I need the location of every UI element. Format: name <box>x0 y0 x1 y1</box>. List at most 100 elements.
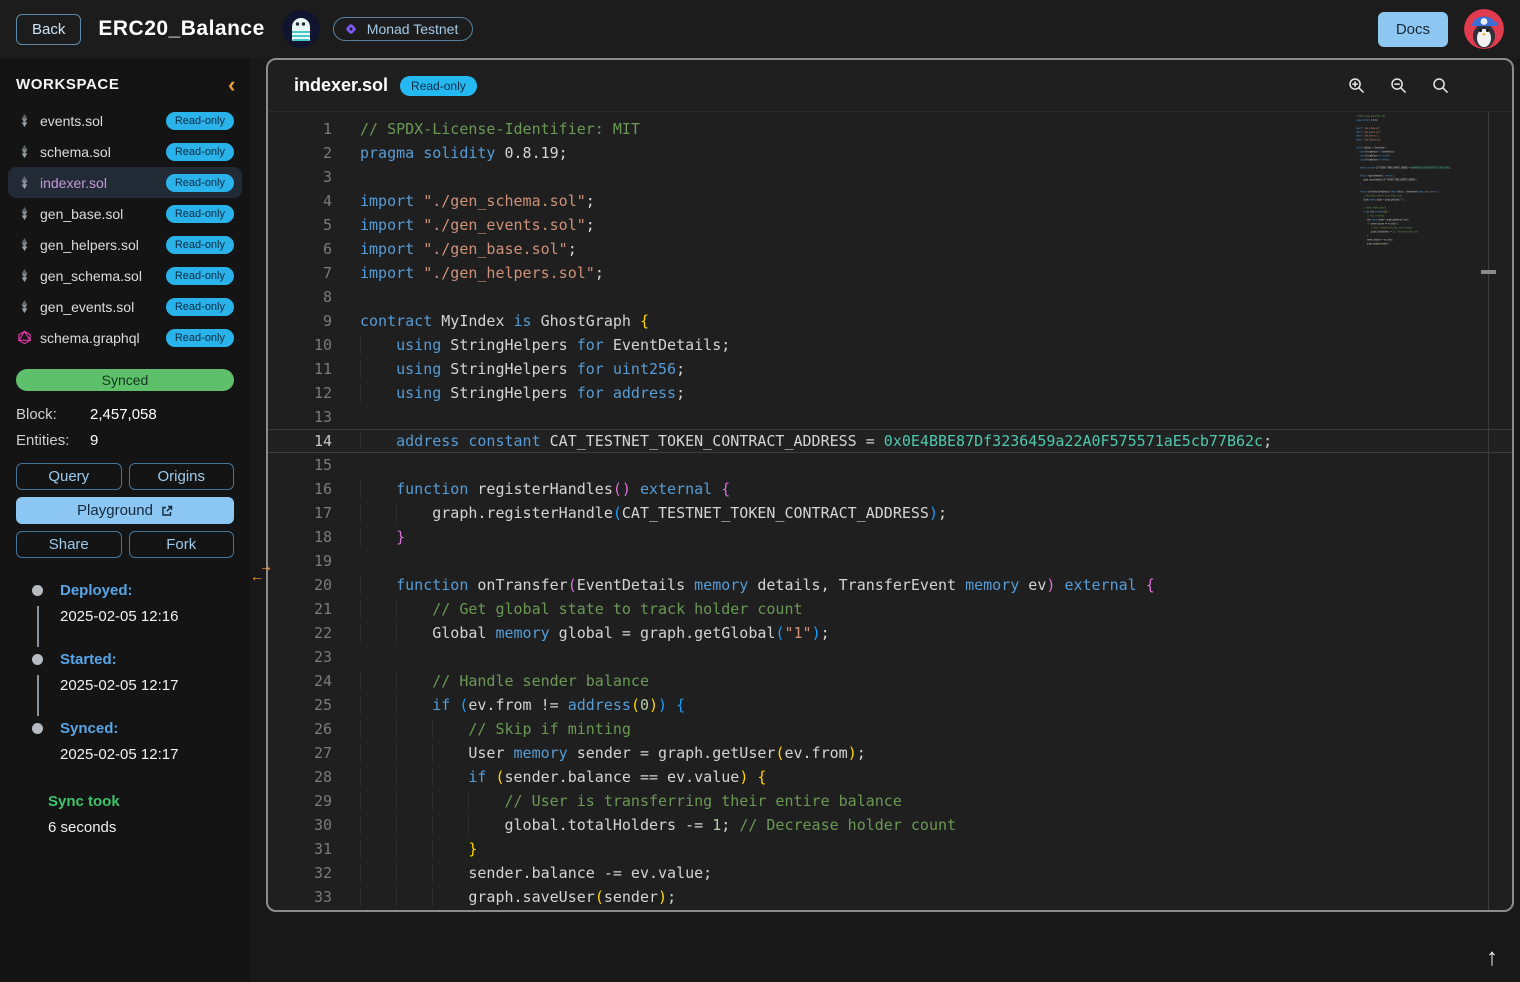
timeline-label: Started: <box>60 651 234 668</box>
timeline-dot <box>32 654 43 665</box>
read-only-badge: Read-only <box>166 267 234 285</box>
zoom-in-icon[interactable] <box>1347 76 1366 95</box>
code-line: 20 function onTransfer(EventDetails memo… <box>268 573 1512 597</box>
file-name: schema.graphql <box>40 330 158 346</box>
file-name: gen_events.sol <box>40 299 158 315</box>
file-item-schema.sol[interactable]: schema.solRead-only <box>8 136 242 167</box>
line-number: 6 <box>268 237 332 261</box>
code-editor[interactable]: 1// SPDX-License-Identifier: MIT2pragma … <box>268 112 1512 910</box>
line-number: 25 <box>268 693 332 717</box>
network-chip[interactable]: Monad Testnet <box>333 17 474 41</box>
solidity-icon <box>16 237 32 252</box>
code-line: 11 using StringHelpers for uint256; <box>268 357 1512 381</box>
file-name: gen_schema.sol <box>40 268 158 284</box>
solidity-icon <box>16 299 32 314</box>
fork-button[interactable]: Fork <box>129 531 235 558</box>
share-button[interactable]: Share <box>16 531 122 558</box>
timeline: Deployed:2025-02-05 12:16Started:2025-02… <box>32 582 234 789</box>
sync-took-label: Sync took <box>48 793 234 810</box>
code-line: 21 // Get global state to track holder c… <box>268 597 1512 621</box>
topbar: Back ERC20_Balance Monad Testnet Docs <box>0 0 1520 58</box>
code-line: 15 <box>268 453 1512 477</box>
read-only-badge: Read-only <box>166 236 234 254</box>
block-label: Block: <box>16 406 90 423</box>
code-line: 2pragma solidity 0.8.19; <box>268 141 1512 165</box>
zoom-out-icon[interactable] <box>1389 76 1408 95</box>
line-number: 11 <box>268 357 332 381</box>
line-number: 18 <box>268 525 332 549</box>
panel-resize-handle[interactable]: →← <box>250 561 278 581</box>
timeline-dot <box>32 585 43 596</box>
docs-button[interactable]: Docs <box>1378 12 1448 47</box>
line-number: 17 <box>268 501 332 525</box>
playground-button[interactable]: Playground <box>16 497 234 524</box>
line-number: 15 <box>268 453 332 477</box>
scroll-top-button[interactable]: ↑ <box>1486 946 1498 970</box>
file-name: schema.sol <box>40 144 158 160</box>
avatar[interactable] <box>1464 9 1504 49</box>
timeline-item: Synced:2025-02-05 12:17 <box>32 720 234 789</box>
code-line: 1// SPDX-License-Identifier: MIT <box>268 117 1512 141</box>
code-line: 27 User memory sender = graph.getUser(ev… <box>268 741 1512 765</box>
sidebar: WORKSPACE ‹ events.solRead-onlyschema.so… <box>0 58 250 982</box>
line-number: 2 <box>268 141 332 165</box>
code-lines: 1// SPDX-License-Identifier: MIT2pragma … <box>268 112 1512 909</box>
file-item-indexer.sol[interactable]: indexer.solRead-only <box>8 167 242 198</box>
solidity-icon <box>16 206 32 221</box>
file-item-schema.graphql[interactable]: schema.graphql Read-only <box>8 322 242 353</box>
code-line: 30 global.totalHolders -= 1; // Decrease… <box>268 813 1512 837</box>
line-number: 4 <box>268 189 332 213</box>
back-button[interactable]: Back <box>16 14 81 45</box>
code-line: 17 graph.registerHandle(CAT_TESTNET_TOKE… <box>268 501 1512 525</box>
line-number: 30 <box>268 813 332 837</box>
line-number: 32 <box>268 861 332 885</box>
code-line: 10 using StringHelpers for EventDetails; <box>268 333 1512 357</box>
line-number: 31 <box>268 837 332 861</box>
file-item-events.sol[interactable]: events.solRead-only <box>8 105 242 136</box>
code-line: 25 if (ev.from != address(0)) { <box>268 693 1512 717</box>
code-line: 31 } <box>268 837 1512 861</box>
line-number: 26 <box>268 717 332 741</box>
read-only-badge: Read-only <box>166 174 234 192</box>
search-icon[interactable] <box>1431 76 1450 95</box>
app-root: Back ERC20_Balance Monad Testnet Docs WO… <box>0 0 1520 982</box>
collapse-sidebar-icon[interactable]: ‹ <box>228 78 236 92</box>
stats: Block: 2,457,058 Entities: 9 <box>16 406 234 449</box>
line-number: 21 <box>268 597 332 621</box>
code-line: 26 // Skip if minting <box>268 717 1512 741</box>
read-only-badge: Read-only <box>166 112 234 130</box>
line-number: 9 <box>268 309 332 333</box>
code-line: 6import "./gen_base.sol"; <box>268 237 1512 261</box>
block-value: 2,457,058 <box>90 406 157 423</box>
code-line: 16 function registerHandles() external { <box>268 477 1512 501</box>
minimap[interactable]: // SPDX-License-Identifier: MITpragma so… <box>1356 114 1468 254</box>
file-item-gen_schema.sol[interactable]: gen_schema.sol Read-only <box>8 260 242 291</box>
timeline-item: Started:2025-02-05 12:17 <box>32 651 234 720</box>
code-line: 8 <box>268 285 1512 309</box>
scrollbar-thumb[interactable] <box>1481 270 1496 274</box>
file-item-gen_events.sol[interactable]: gen_events.solRead-only <box>8 291 242 322</box>
code-line: 18 } <box>268 525 1512 549</box>
line-number: 24 <box>268 669 332 693</box>
code-line: 9contract MyIndex is GhostGraph { <box>268 309 1512 333</box>
code-line: 12 using StringHelpers for address; <box>268 381 1512 405</box>
line-number: 3 <box>268 165 332 189</box>
sync-took-value: 6 seconds <box>48 819 234 836</box>
query-button[interactable]: Query <box>16 463 122 490</box>
editor-header: indexer.sol Read-only <box>268 60 1512 112</box>
line-number: 13 <box>268 405 332 429</box>
external-link-icon <box>161 505 173 517</box>
sync-status-badge: Synced <box>16 369 234 391</box>
read-only-badge: Read-only <box>166 329 234 347</box>
file-name: gen_helpers.sol <box>40 237 158 253</box>
line-number: 28 <box>268 765 332 789</box>
code-line: 5import "./gen_events.sol"; <box>268 213 1512 237</box>
file-item-gen_base.sol[interactable]: gen_base.solRead-only <box>8 198 242 229</box>
code-line: 4import "./gen_schema.sol"; <box>268 189 1512 213</box>
entities-value: 9 <box>90 432 98 449</box>
file-item-gen_helpers.sol[interactable]: gen_helpers.sol Read-only <box>8 229 242 260</box>
editor-toolbar <box>1347 76 1486 95</box>
code-line: 7import "./gen_helpers.sol"; <box>268 261 1512 285</box>
origins-button[interactable]: Origins <box>129 463 235 490</box>
timeline-item: Deployed:2025-02-05 12:16 <box>32 582 234 651</box>
